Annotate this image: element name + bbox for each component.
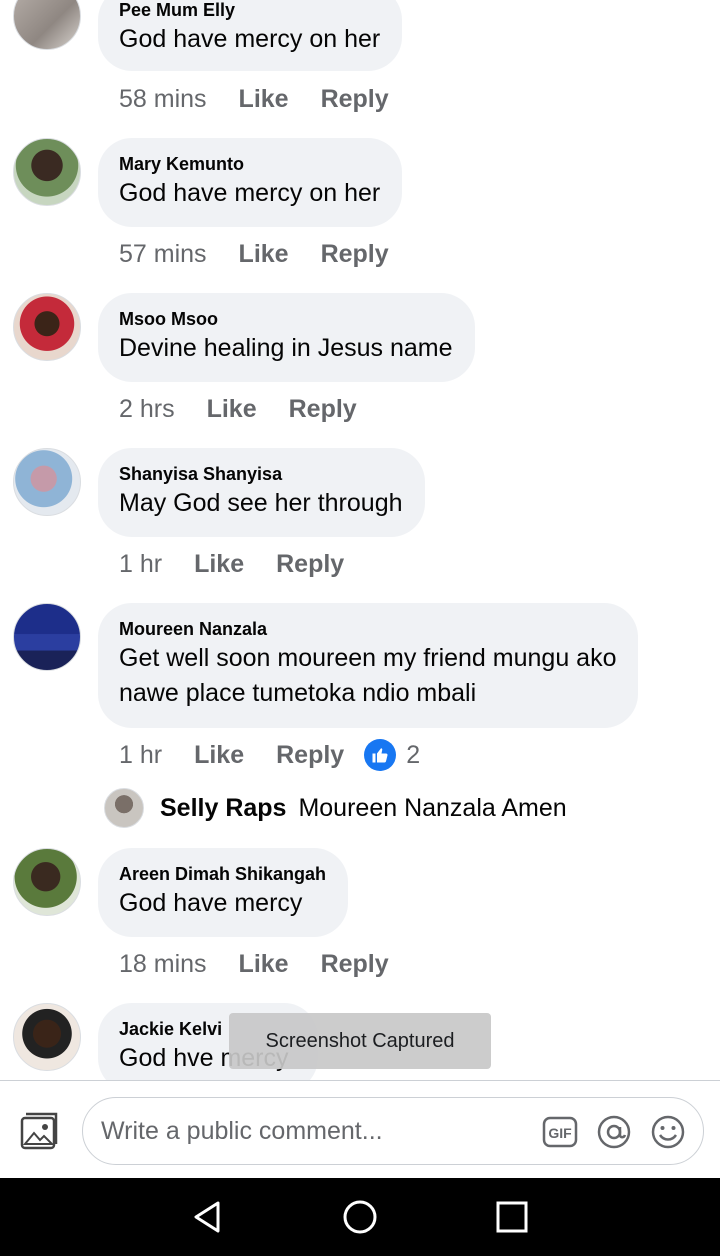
comment-time[interactable]: 58 mins: [119, 85, 207, 114]
comment-author[interactable]: Moureen Nanzala: [119, 617, 616, 641]
comment-time[interactable]: 1 hr: [119, 741, 162, 770]
reply-button[interactable]: Reply: [321, 85, 389, 114]
mention-icon[interactable]: [596, 1114, 632, 1150]
comment-actions: 2 hrs Like Reply: [119, 393, 357, 425]
comment-time[interactable]: 57 mins: [119, 240, 207, 269]
comment-bubble[interactable]: Moureen Nanzala Get well soon moureen my…: [98, 603, 639, 728]
comment-bubble[interactable]: Areen Dimah Shikangah God have mercy: [98, 848, 349, 937]
comment-text: God have mercy on her: [119, 179, 381, 207]
comment-author[interactable]: Mary Kemunto: [119, 152, 380, 176]
home-icon[interactable]: [340, 1197, 380, 1237]
comment-actions: 18 mins Like Reply: [119, 948, 389, 980]
like-button[interactable]: Like: [207, 395, 257, 424]
android-navigation-bar: [0, 1178, 720, 1256]
reply-author[interactable]: Selly Raps: [160, 794, 286, 823]
comment-input-wrapper: GIF: [82, 1097, 704, 1165]
toast-notification: Screenshot Captured: [229, 1013, 491, 1069]
back-icon[interactable]: [188, 1197, 228, 1237]
reaction-summary[interactable]: 2: [364, 739, 420, 771]
reply-preview[interactable]: Selly Raps Moureen Nanzala Amen: [104, 787, 704, 829]
reply-button[interactable]: Reply: [321, 240, 389, 269]
comment-actions: 57 mins Like Reply: [119, 238, 389, 270]
recents-icon[interactable]: [492, 1197, 532, 1237]
like-button[interactable]: Like: [239, 950, 289, 979]
comment-text: Get well soon moureen my friend mungu ak…: [119, 644, 617, 707]
like-button[interactable]: Like: [239, 240, 289, 269]
comment-time[interactable]: 18 mins: [119, 950, 207, 979]
comment-text: May God see her through: [119, 489, 403, 517]
reply-text: Moureen Nanzala Amen: [298, 793, 567, 822]
gif-label: GIF: [548, 1125, 572, 1141]
avatar[interactable]: [13, 1003, 81, 1071]
avatar[interactable]: [13, 448, 81, 516]
comment-author[interactable]: Areen Dimah Shikangah: [119, 862, 326, 886]
like-button[interactable]: Like: [194, 741, 244, 770]
reply-button[interactable]: Reply: [276, 550, 344, 579]
reply-button[interactable]: Reply: [321, 950, 389, 979]
avatar[interactable]: [13, 293, 81, 361]
comment-bubble[interactable]: Mary Kemunto God have mercy on her: [98, 138, 403, 227]
comment-actions: 1 hr Like Reply 2: [119, 739, 420, 771]
comment-text: God have mercy on her: [119, 25, 381, 53]
comment-composer: GIF: [0, 1080, 720, 1178]
gif-icon[interactable]: GIF: [542, 1114, 578, 1150]
comment-bubble[interactable]: Msoo Msoo Devine healing in Jesus name: [98, 293, 475, 382]
avatar[interactable]: [13, 603, 81, 671]
emoji-icon[interactable]: [650, 1114, 686, 1150]
avatar[interactable]: [13, 0, 81, 50]
photo-icon[interactable]: [18, 1111, 60, 1151]
like-button[interactable]: Like: [194, 550, 244, 579]
comment-bubble[interactable]: Shanyisa Shanyisa May God see her throug…: [98, 448, 425, 537]
comment-author[interactable]: Pee Mum Elly: [119, 0, 380, 22]
comment-actions: 58 mins Like Reply: [119, 83, 389, 115]
comment-time[interactable]: 2 hrs: [119, 395, 175, 424]
comment-time[interactable]: 1 hr: [119, 550, 162, 579]
comment-actions: 1 hr Like Reply: [119, 548, 344, 580]
comment-author[interactable]: Shanyisa Shanyisa: [119, 462, 403, 486]
comment-bubble[interactable]: Pee Mum Elly God have mercy on her: [98, 0, 403, 71]
reply-button[interactable]: Reply: [276, 741, 344, 770]
thumbs-up-icon: [364, 739, 397, 771]
avatar[interactable]: [104, 788, 144, 828]
like-button[interactable]: Like: [239, 85, 289, 114]
reaction-count: 2: [406, 740, 421, 769]
comment-author[interactable]: Msoo Msoo: [119, 307, 453, 331]
avatar[interactable]: [13, 848, 81, 916]
comment-text: Devine healing in Jesus name: [119, 334, 453, 362]
comment-input[interactable]: [101, 1108, 531, 1154]
avatar[interactable]: [13, 138, 81, 206]
comments-feed[interactable]: Pee Mum Elly God have mercy on her 58 mi…: [0, 0, 720, 1080]
reply-button[interactable]: Reply: [289, 395, 357, 424]
comment-text: God have mercy: [119, 889, 303, 917]
